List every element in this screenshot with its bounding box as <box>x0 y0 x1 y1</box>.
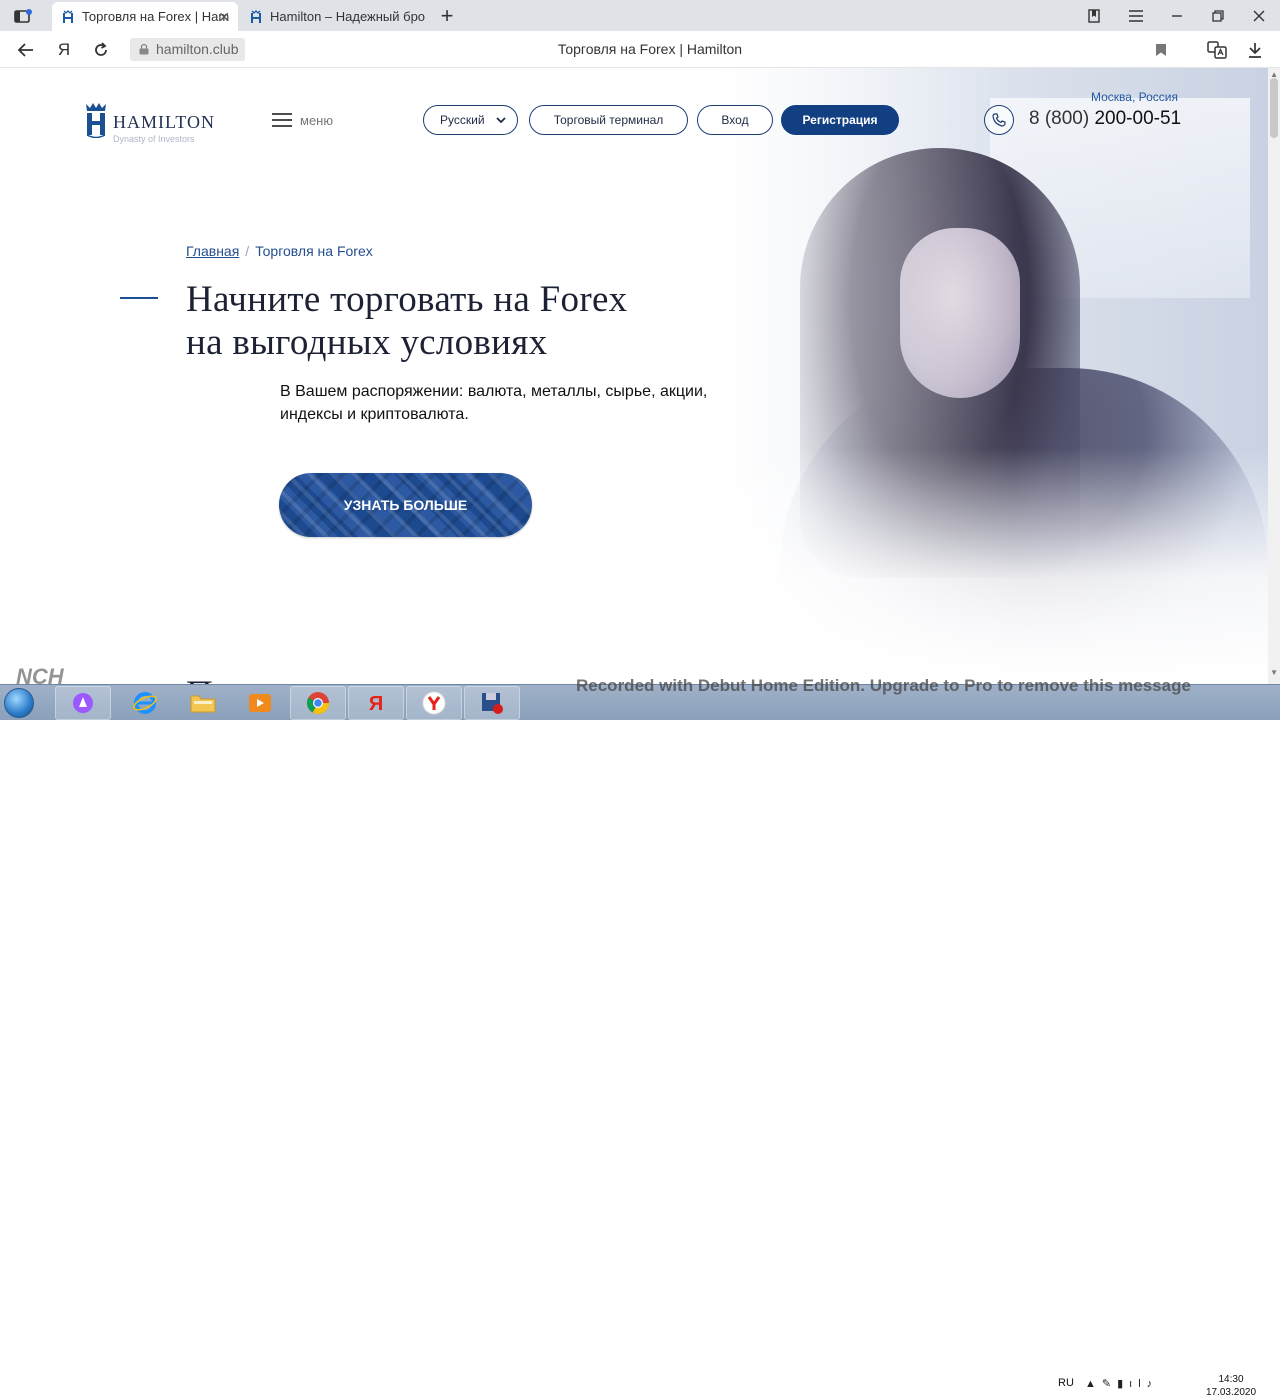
system-tray-icons[interactable]: ▲✎▮ıl♪ <box>1085 1377 1158 1390</box>
hero-subtext: В Вашем распоряжении: валюта, металлы, с… <box>280 380 800 426</box>
internet-explorer-app[interactable] <box>117 686 173 720</box>
alice-app[interactable] <box>55 686 111 720</box>
translate-icon[interactable] <box>1206 39 1228 61</box>
yandex-browser-app[interactable] <box>406 686 462 720</box>
page-scrollbar[interactable] <box>1268 68 1280 684</box>
volume-icon[interactable]: ♪ <box>1147 1378 1159 1390</box>
hamilton-favicon-icon <box>250 9 262 24</box>
browser-navigation-bar: Я hamilton.club Торговля на Forex | Hami… <box>0 31 1280 68</box>
minimize-icon[interactable] <box>1166 6 1188 26</box>
site-logo[interactable]: HAMILTON Dynasty of Investors <box>83 100 233 148</box>
phone-main: 200-00-51 <box>1094 108 1182 129</box>
tab-forex[interactable]: Торговля на Forex | Ham ✕ <box>52 2 238 31</box>
logo-wordmark: HAMILTON <box>113 112 216 132</box>
login-button[interactable]: Вход <box>697 105 773 135</box>
internet-explorer-icon <box>133 692 157 714</box>
nch-recorder-logo: NCH <box>16 664 64 689</box>
tab-title: Торговля на Forex | Ham <box>82 9 230 24</box>
menu-button[interactable]: меню <box>272 110 333 130</box>
breadcrumb: Главная / Торговля на Forex <box>186 243 373 259</box>
language-select[interactable]: Русский <box>423 105 518 135</box>
hero-bottom-fade <box>0 448 1268 684</box>
new-tab-button[interactable]: + <box>436 3 458 28</box>
hamburger-icon <box>272 113 292 127</box>
menu-label: меню <box>300 112 334 128</box>
page-title: Торговля на Forex | Hamilton <box>557 41 743 57</box>
close-tab-icon[interactable]: ✕ <box>218 9 230 26</box>
bookmark-icon[interactable] <box>1150 39 1172 61</box>
chrome-app[interactable] <box>290 686 346 720</box>
pen-icon[interactable]: ✎ <box>1102 1378 1117 1390</box>
recorder-icon <box>482 693 503 714</box>
breadcrumb-home-link[interactable]: Главная <box>186 243 239 259</box>
tabs-overview-icon[interactable] <box>12 6 34 26</box>
headline-line-2: на выгодных условиях <box>186 322 548 363</box>
phone-prefix: 8 (800) <box>1029 108 1090 129</box>
tab-hamilton[interactable]: Hamilton – Надежный бро <box>240 2 426 31</box>
register-button[interactable]: Регистрация <box>781 105 899 135</box>
clock-date: 17.03.2020 <box>1205 1387 1257 1398</box>
media-player-icon <box>249 694 271 712</box>
hamilton-favicon-icon <box>62 9 74 24</box>
signal-icon[interactable]: ıl <box>1129 1378 1147 1390</box>
debut-recorder-app[interactable] <box>464 686 520 720</box>
yandex-icon: Я <box>369 693 383 715</box>
language-indicator[interactable]: RU <box>1058 1377 1074 1389</box>
close-window-icon[interactable] <box>1248 6 1270 26</box>
breadcrumb-separator: / <box>245 243 250 259</box>
yandex-browser-icon <box>422 691 446 715</box>
chevron-down-icon <box>496 117 506 124</box>
bookmarks-icon[interactable] <box>1084 6 1106 26</box>
folder-icon <box>190 695 216 713</box>
show-hidden-icons-icon[interactable]: ▲ <box>1085 1378 1102 1390</box>
language-value: Русский <box>440 113 485 127</box>
browser-tab-strip: Торговля на Forex | Ham ✕ Hamilton – Над… <box>0 0 1280 31</box>
yandex-app[interactable]: Я <box>348 686 404 720</box>
clock-time: 14:30 <box>1218 1374 1244 1385</box>
recording-watermark: Recorded with Debut Home Edition. Upgrad… <box>576 676 1191 695</box>
next-section-heading: П <box>186 673 213 684</box>
start-button[interactable] <box>4 688 34 718</box>
logo-tagline: Dynasty of Investors <box>113 134 195 144</box>
phone-number[interactable]: 8 (800) 200-00-51 <box>1029 108 1181 130</box>
scrollbar-thumb[interactable] <box>1270 78 1278 138</box>
chrome-icon <box>307 692 329 714</box>
phone-icon[interactable] <box>984 105 1014 135</box>
learn-more-button[interactable]: УЗНАТЬ БОЛЬШЕ <box>279 473 532 537</box>
hero-headline: Начните торговать на Forex на выгодных у… <box>186 278 627 364</box>
city-label: Москва, Россия <box>1091 90 1178 104</box>
alice-icon <box>73 693 93 713</box>
page-viewport: HAMILTON Dynasty of Investors меню Русск… <box>0 68 1268 684</box>
hamburger-menu-icon[interactable] <box>1125 6 1147 26</box>
headline-line-1: Начните торговать на Forex <box>186 279 628 320</box>
tab-title: Hamilton – Надежный бро <box>270 9 426 24</box>
svg-text:Я: Я <box>369 693 383 715</box>
download-icon[interactable] <box>1244 39 1266 61</box>
media-player-app[interactable] <box>232 686 288 720</box>
trading-terminal-button[interactable]: Торговый терминал <box>529 105 688 135</box>
network-icon[interactable]: ▮ <box>1117 1378 1129 1390</box>
hamilton-crest-icon <box>86 103 106 138</box>
restore-icon[interactable] <box>1207 6 1229 26</box>
file-explorer-app[interactable] <box>175 686 231 720</box>
subtext-line-1: В Вашем распоряжении: валюта, металлы, с… <box>280 383 708 400</box>
breadcrumb-current: Торговля на Forex <box>255 243 373 259</box>
headline-accent-line <box>120 297 158 299</box>
subtext-line-2: индексы и криптовалюта. <box>280 406 469 423</box>
clock[interactable]: 14:30 17.03.2020 <box>1196 1373 1266 1399</box>
scroll-down-icon[interactable]: ▼ <box>1270 668 1278 677</box>
